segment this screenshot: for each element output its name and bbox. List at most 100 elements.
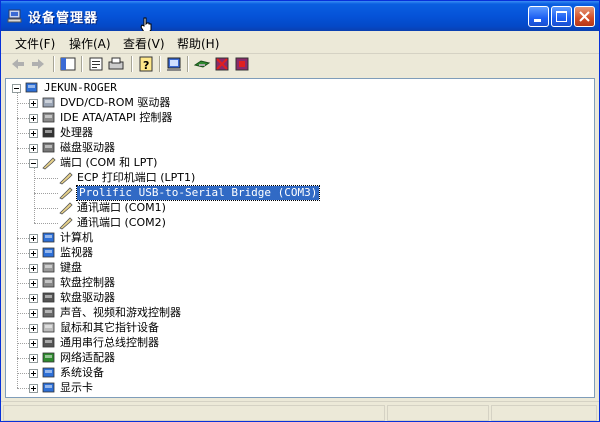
- maximize-button[interactable]: [551, 6, 572, 27]
- floppy-controller-icon: [42, 277, 55, 288]
- system-device-icon: [42, 367, 55, 378]
- print-icon[interactable]: [107, 55, 125, 73]
- uninstall-device-icon[interactable]: [233, 55, 251, 73]
- category-expander[interactable]: [29, 369, 38, 378]
- tree-connector: [17, 93, 19, 388]
- port-device: 通讯端口 (COM2): [77, 216, 166, 229]
- category-expander[interactable]: [29, 309, 38, 318]
- tree-category: 磁盘驱动器: [60, 141, 115, 154]
- floppy-drive-icon: [42, 292, 55, 303]
- category-expander[interactable]: [29, 384, 38, 393]
- display-adapter-icon: [42, 382, 55, 393]
- tree-category: 计算机: [60, 231, 93, 244]
- close-icon: [579, 11, 590, 22]
- port-icon: [59, 172, 73, 185]
- tree-category: 系统设备: [60, 366, 104, 379]
- close-button[interactable]: [574, 6, 595, 27]
- tree-category: 键盘: [60, 261, 82, 274]
- tree-category: 软盘控制器: [60, 276, 115, 289]
- tree-connector: [34, 193, 58, 195]
- tree-category: 显示卡: [60, 381, 93, 394]
- category-expander[interactable]: [29, 159, 38, 168]
- mouse-icon: [42, 322, 55, 333]
- minimize-button[interactable]: [528, 6, 549, 27]
- tree-category: 网络适配器: [60, 351, 115, 364]
- usb-icon: [42, 337, 55, 348]
- sound-icon: [42, 307, 55, 318]
- back-arrow-icon[interactable]: [9, 55, 27, 73]
- status-pane: [3, 405, 385, 421]
- tree-category: IDE ATA/ATAPI 控制器: [60, 111, 173, 124]
- tree-category: 通用串行总线控制器: [60, 336, 159, 349]
- forward-arrow-icon[interactable]: [29, 55, 47, 73]
- port-icon: [42, 157, 56, 170]
- tree-category: 监视器: [60, 246, 93, 259]
- tree-category: 软盘驱动器: [60, 291, 115, 304]
- port-icon: [59, 202, 73, 215]
- computer-icon: [25, 82, 38, 93]
- help-icon[interactable]: ?: [137, 55, 155, 73]
- category-expander[interactable]: [29, 144, 38, 153]
- menu-file[interactable]: 文件(F): [15, 35, 55, 52]
- category-expander[interactable]: [29, 324, 38, 333]
- tree-connector: [34, 223, 58, 225]
- category-expander[interactable]: [29, 99, 38, 108]
- window-title: 设备管理器: [28, 11, 99, 26]
- tree-connector: [34, 168, 36, 223]
- title-bar[interactable]: 设备管理器: [1, 1, 599, 33]
- menu-bar: 文件(F) 操作(A) 查看(V) 帮助(H): [1, 31, 599, 54]
- tree-category: 鼠标和其它指针设备: [60, 321, 159, 334]
- menu-action[interactable]: 操作(A): [69, 35, 111, 52]
- update-driver-icon[interactable]: [193, 55, 211, 73]
- scan-hardware-icon[interactable]: [165, 55, 183, 73]
- category-expander[interactable]: [29, 249, 38, 258]
- status-bar: [1, 401, 599, 421]
- toolbar-separator: [187, 56, 189, 72]
- status-pane: [387, 405, 489, 421]
- device-manager-icon: [7, 9, 22, 23]
- tree-category: DVD/CD-ROM 驱动器: [60, 96, 171, 109]
- tree-category: 声音、视频和游戏控制器: [60, 306, 181, 319]
- category-expander[interactable]: [29, 129, 38, 138]
- minimize-icon: [534, 19, 541, 22]
- port-icon: [59, 187, 73, 200]
- menu-help[interactable]: 帮助(H): [177, 35, 219, 52]
- category-expander[interactable]: [29, 354, 38, 363]
- toolbar-separator: [159, 56, 161, 72]
- category-expander[interactable]: [29, 264, 38, 273]
- properties-icon[interactable]: [87, 55, 105, 73]
- keyboard-icon: [42, 262, 55, 273]
- root-collapse-toggle[interactable]: [12, 84, 21, 93]
- port-device: ECP 打印机端口 (LPT1): [77, 171, 196, 184]
- port-device: 通讯端口 (COM1): [77, 201, 166, 214]
- svg-text:?: ?: [143, 59, 149, 72]
- tree-category: 处理器: [60, 126, 93, 139]
- tree-root-label: JEKUN-ROGER: [44, 81, 117, 94]
- monitor-icon: [42, 247, 55, 258]
- toolbar-separator: [81, 56, 83, 72]
- device-tree[interactable]: JEKUN-ROGER DVD/CD-ROM 驱动器 IDE ATA/ATAPI 控…: [5, 78, 595, 398]
- computer-icon: [42, 232, 55, 243]
- cdrom-icon: [42, 97, 55, 108]
- disk-drive-icon: [42, 142, 55, 153]
- category-expander[interactable]: [29, 279, 38, 288]
- toolbar: ?: [1, 54, 599, 74]
- disable-device-icon[interactable]: [213, 55, 231, 73]
- category-expander[interactable]: [29, 294, 38, 303]
- device-manager-window: 设备管理器 文件(F) 操作(A) 查看(V) 帮助(H) ? JEKUN-RO…: [0, 0, 600, 422]
- tree-connector: [34, 178, 58, 180]
- category-expander[interactable]: [29, 339, 38, 348]
- tree-connector: [34, 208, 58, 210]
- maximize-icon: [556, 11, 567, 22]
- tree-category: 端口 (COM 和 LPT): [60, 156, 158, 169]
- port-icon: [59, 217, 73, 230]
- show-hide-tree-icon[interactable]: [59, 55, 77, 73]
- selected-device: Prolific USB-to-Serial Bridge (COM3): [75, 185, 321, 201]
- ide-controller-icon: [42, 112, 55, 123]
- menu-view[interactable]: 查看(V): [123, 35, 165, 52]
- status-pane: [491, 405, 597, 421]
- category-expander[interactable]: [29, 234, 38, 243]
- category-expander[interactable]: [29, 114, 38, 123]
- tree-connector: [17, 388, 29, 390]
- network-adapter-icon: [42, 352, 55, 363]
